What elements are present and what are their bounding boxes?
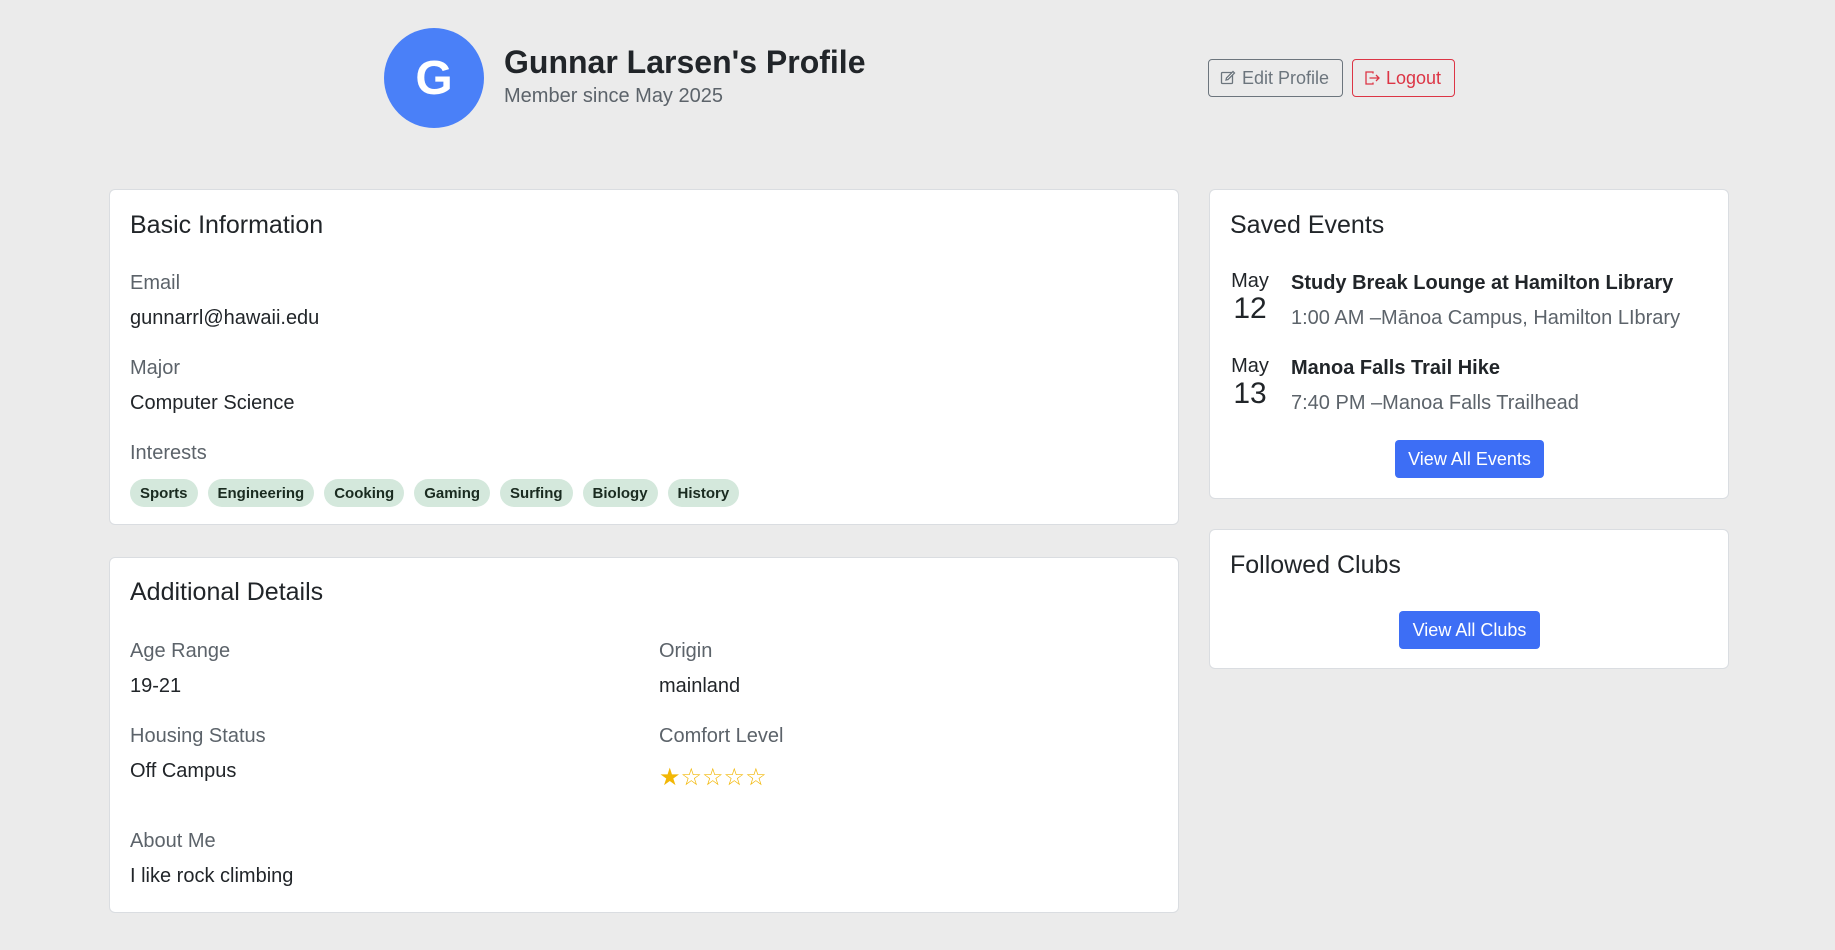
origin-value: mainland bbox=[659, 675, 741, 697]
email-label: Email bbox=[130, 272, 181, 294]
profile-header: G Gunnar Larsen's Profile Member since M… bbox=[384, 28, 1455, 128]
logout-button[interactable]: Logout bbox=[1352, 59, 1455, 97]
comfort-level-rating: ★ ☆ ☆ ☆ ☆ bbox=[659, 766, 767, 790]
interest-tag: Engineering bbox=[207, 479, 315, 507]
event-item[interactable]: May 13 Manoa Falls Trail Hike 7:40 PM –M… bbox=[1230, 355, 1710, 425]
event-day: 12 bbox=[1233, 292, 1267, 325]
major-label: Major bbox=[130, 357, 181, 379]
interest-tag: Biology bbox=[582, 479, 658, 507]
avatar: G bbox=[384, 28, 484, 128]
event-title[interactable]: Study Break Lounge at Hamilton Library bbox=[1291, 272, 1673, 295]
edit-profile-label: Edit Profile bbox=[1242, 67, 1330, 88]
view-all-clubs-button[interactable]: View All Clubs bbox=[1399, 611, 1540, 649]
about-me-label: About Me bbox=[130, 830, 216, 852]
interests-tags: Sports Engineering Cooking Gaming Surfin… bbox=[130, 479, 740, 507]
star-empty-icon: ☆ bbox=[702, 764, 724, 791]
view-all-events-button[interactable]: View All Events bbox=[1395, 440, 1544, 478]
event-day: 13 bbox=[1233, 377, 1267, 410]
followed-clubs-card: Followed Clubs View All Clubs bbox=[1209, 529, 1729, 669]
star-filled-icon: ★ bbox=[659, 764, 681, 791]
interest-tag: Cooking bbox=[324, 479, 405, 507]
logout-icon bbox=[1365, 71, 1380, 85]
age-range-value: 19-21 bbox=[130, 675, 182, 697]
interest-tag: History bbox=[667, 479, 740, 507]
star-empty-icon: ☆ bbox=[745, 764, 767, 791]
about-me-value: I like rock climbing bbox=[130, 865, 294, 887]
saved-events-card: Saved Events May 12 Study Break Lounge a… bbox=[1209, 189, 1729, 499]
edit-profile-button[interactable]: Edit Profile bbox=[1208, 59, 1343, 97]
edit-icon bbox=[1220, 70, 1236, 85]
star-empty-icon: ☆ bbox=[723, 764, 746, 791]
additional-details-card: Additional Details Age Range 19-21 Origi… bbox=[109, 557, 1179, 913]
followed-clubs-title: Followed Clubs bbox=[1230, 551, 1401, 579]
additional-details-title: Additional Details bbox=[130, 578, 324, 606]
interests-label: Interests bbox=[130, 442, 207, 464]
interest-tag: Sports bbox=[130, 479, 198, 507]
basic-information-card: Basic Information Email gunnarrl@hawaii.… bbox=[109, 189, 1179, 525]
age-range-label: Age Range bbox=[130, 640, 231, 662]
basic-information-title: Basic Information bbox=[130, 211, 324, 239]
event-meta: 1:00 AM –Mānoa Campus, Hamilton LIbrary bbox=[1291, 307, 1681, 329]
event-item[interactable]: May 12 Study Break Lounge at Hamilton Li… bbox=[1230, 270, 1710, 340]
star-empty-icon: ☆ bbox=[680, 764, 703, 791]
event-meta: 7:40 PM –Manoa Falls Trailhead bbox=[1291, 392, 1579, 414]
saved-events-title: Saved Events bbox=[1230, 211, 1385, 239]
major-value: Computer Science bbox=[130, 392, 295, 414]
page-title: Gunnar Larsen's Profile bbox=[504, 44, 866, 80]
member-since-text: Member since May 2025 bbox=[504, 85, 723, 107]
logout-label: Logout bbox=[1386, 67, 1442, 88]
event-month: May bbox=[1231, 270, 1269, 292]
interest-tag: Surfing bbox=[500, 479, 573, 507]
event-title[interactable]: Manoa Falls Trail Hike bbox=[1291, 357, 1500, 380]
housing-status-label: Housing Status bbox=[130, 725, 266, 747]
event-month: May bbox=[1231, 355, 1269, 377]
origin-label: Origin bbox=[659, 640, 713, 662]
comfort-level-label: Comfort Level bbox=[659, 725, 784, 747]
interest-tag: Gaming bbox=[414, 479, 491, 507]
housing-status-value: Off Campus bbox=[130, 760, 237, 782]
email-value: gunnarrl@hawaii.edu bbox=[130, 307, 320, 329]
